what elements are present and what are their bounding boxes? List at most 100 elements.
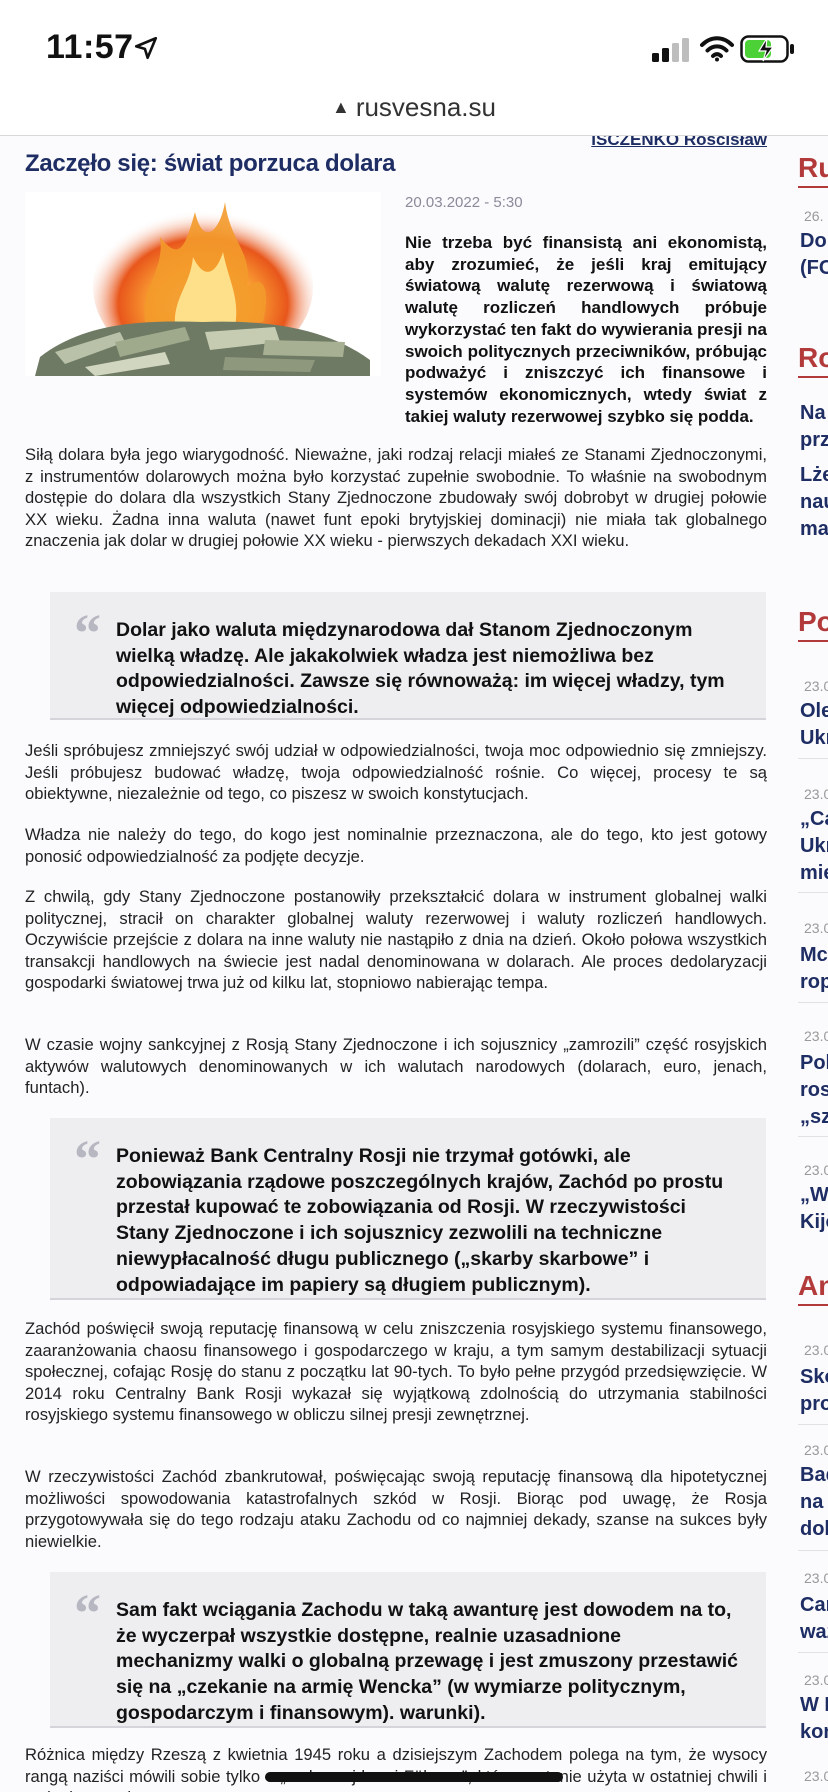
sidebar-link-line[interactable]: ma	[800, 516, 828, 543]
author-link[interactable]: ISCZENKO Rościsław	[591, 136, 767, 150]
sidebar-link[interactable]: Do (FC	[800, 228, 828, 282]
section-underline	[798, 1304, 828, 1306]
sidebar-link[interactable]: „W Kijó	[800, 1182, 828, 1236]
wifi-icon	[700, 36, 734, 62]
sidebar-link[interactable]: W N kon	[800, 1692, 828, 1746]
sidebar-date: 23.0	[804, 678, 828, 694]
sidebar-link-line[interactable]: Ole	[800, 698, 828, 725]
sidebar-link-line[interactable]: na t	[800, 1489, 828, 1516]
sidebar-date: 26.	[804, 208, 824, 224]
sidebar-date: 23.0	[804, 1342, 828, 1358]
paragraph-1: Siłą dolara była jego wiarygodność. Niew…	[25, 445, 767, 551]
sidebar-link-line[interactable]: kon	[800, 1719, 828, 1746]
sidebar-link-line[interactable]: pro	[800, 1391, 828, 1418]
status-bar: 11:57 ▲ rusvesna.su	[0, 0, 828, 122]
sidebar-date: 23.0	[804, 1768, 828, 1784]
blockquote-1: “ Dolar jako waluta międzynarodowa dał S…	[50, 592, 766, 720]
sidebar-link-line[interactable]: „Ca	[800, 806, 828, 833]
sidebar-link[interactable]: Lże nau ma	[800, 462, 828, 543]
sidebar-divider	[798, 892, 828, 893]
location-arrow-icon	[134, 36, 158, 60]
sidebar-link-line[interactable]: Do	[800, 228, 828, 255]
paragraph-3: Władza nie należy do tego, do kogo jest …	[25, 825, 767, 866]
quote-icon: “	[74, 603, 101, 663]
sidebar-divider	[798, 1652, 828, 1653]
blockquote-3: “ Sam fakt wciągania Zachodu w taką awan…	[50, 1572, 766, 1728]
sidebar-date: 23.0	[804, 920, 828, 936]
signal-icon	[652, 38, 689, 62]
article-headline[interactable]: Zaczęło się: świat porzuca dolara	[25, 150, 396, 178]
sidebar-section-title: Po	[798, 606, 828, 637]
sidebar-divider	[798, 1550, 828, 1551]
sidebar-link-line[interactable]: Bad	[800, 1462, 828, 1489]
sidebar-link[interactable]: Ole Ukr	[800, 698, 828, 752]
sidebar-divider	[798, 1136, 828, 1137]
sidebar-link[interactable]: „Ca Ukr mie	[800, 806, 828, 887]
sidebar-link[interactable]: Sko pro	[800, 1364, 828, 1418]
sidebar-link-line[interactable]: Kijó	[800, 1209, 828, 1236]
sidebar-link-line[interactable]: mie	[800, 860, 828, 887]
sidebar-link-line[interactable]: Mcl	[800, 942, 828, 969]
sidebar-link-line[interactable]: Car	[800, 1592, 828, 1619]
sidebar-link-line[interactable]: (FC	[800, 255, 828, 282]
sidebar-link-line[interactable]: prz	[800, 427, 828, 454]
sidebar-divider	[798, 1002, 828, 1003]
lead-text: Nie trzeba być finansistą ani ekonomistą…	[405, 233, 767, 426]
sidebar-link-line[interactable]: rop	[800, 969, 828, 996]
sidebar-date: 23.0	[804, 1162, 828, 1178]
sidebar-link-line[interactable]: rosy	[800, 1077, 828, 1104]
sidebar-link-line[interactable]: dok	[800, 1516, 828, 1543]
sidebar-date: 23.0	[804, 1570, 828, 1586]
status-time: 11:57	[46, 28, 134, 66]
sidebar-section-title: Ro	[798, 342, 828, 373]
sidebar-link-line[interactable]: Sko	[800, 1364, 828, 1391]
section-underline	[798, 186, 828, 188]
paragraph-6: Zachód poświęcił swoją reputację finanso…	[25, 1319, 767, 1425]
paragraph-7: W rzeczywistości Zachód zbankrutował, po…	[25, 1467, 767, 1551]
sidebar-date: 23.0	[804, 1028, 828, 1044]
battery-charging-icon	[740, 35, 794, 63]
sidebar-link[interactable]: Bad na t dok	[800, 1462, 828, 1543]
section-underline	[798, 376, 828, 378]
sidebar-divider	[798, 1424, 828, 1425]
paragraph-2: Jeśli spróbujesz zmniejszyć swój udział …	[25, 741, 767, 804]
sidebar-link-line[interactable]: Ukr	[800, 833, 828, 860]
quote-1-text: Dolar jako waluta międzynarodowa dał Sta…	[116, 619, 725, 719]
quote-2-text: Ponieważ Bank Centralny Rosji nie trzyma…	[116, 1145, 724, 1296]
paragraph-5: W czasie wojny sankcyjnej z Rosją Stany …	[25, 1035, 767, 1098]
sidebar-link[interactable]: Pol rosy „szp	[800, 1050, 828, 1131]
sidebar-divider	[798, 758, 828, 759]
url-text: rusvesna.su	[355, 92, 496, 122]
sidebar-link-line[interactable]: W N	[800, 1692, 828, 1719]
sidebar-date: 23.0	[804, 786, 828, 802]
sidebar-link-line[interactable]: Ukr	[800, 725, 828, 752]
sidebar-link-line[interactable]: Pol	[800, 1050, 828, 1077]
sidebar-link-line[interactable]: waż	[800, 1619, 828, 1646]
sidebar-link-line[interactable]: Lże	[800, 462, 828, 489]
sidebar-link[interactable]: Na prz	[800, 400, 828, 454]
sidebar-section-title: An	[798, 1270, 828, 1301]
article-date: 20.03.2022 - 5:30	[405, 194, 523, 211]
sidebar-date: 23.0	[804, 1442, 828, 1458]
sidebar-section-title: Ru	[798, 152, 828, 183]
article-lead: Nie trzeba być finansistą ani ekonomistą…	[25, 232, 767, 427]
address-bar[interactable]: ▲ rusvesna.su	[0, 92, 828, 123]
sidebar-link[interactable]: Mcl rop	[800, 942, 828, 996]
section-underline	[798, 640, 828, 642]
paragraph-8: Różnica między Rzeszą z kwietnia 1945 ro…	[25, 1745, 767, 1792]
page-content: ISCZENKO Rościsław Zaczęło się: świat po…	[0, 136, 828, 1792]
home-indicator[interactable]	[265, 1772, 563, 1782]
sidebar-link-line[interactable]: Na	[800, 400, 828, 427]
quote-icon: “	[74, 1129, 101, 1189]
paragraph-4: Z chwilą, gdy Stany Zjednoczone postanow…	[25, 887, 767, 993]
sidebar-date: 23.0	[804, 1672, 828, 1688]
sidebar: Ru 26. Do (FC Ro Na prz Lże nau ma Po 23…	[798, 136, 828, 1792]
sidebar-link-line[interactable]: nau	[800, 489, 828, 516]
warning-icon: ▲	[331, 97, 350, 117]
blockquote-2: “ Ponieważ Bank Centralny Rosji nie trzy…	[50, 1118, 766, 1300]
quote-icon: “	[74, 1583, 101, 1643]
sidebar-link[interactable]: Car waż	[800, 1592, 828, 1646]
quote-3-text: Sam fakt wciągania Zachodu w taką awantu…	[116, 1599, 739, 1724]
sidebar-link-line[interactable]: „W	[800, 1182, 828, 1209]
sidebar-link-line[interactable]: „szp	[800, 1104, 828, 1131]
